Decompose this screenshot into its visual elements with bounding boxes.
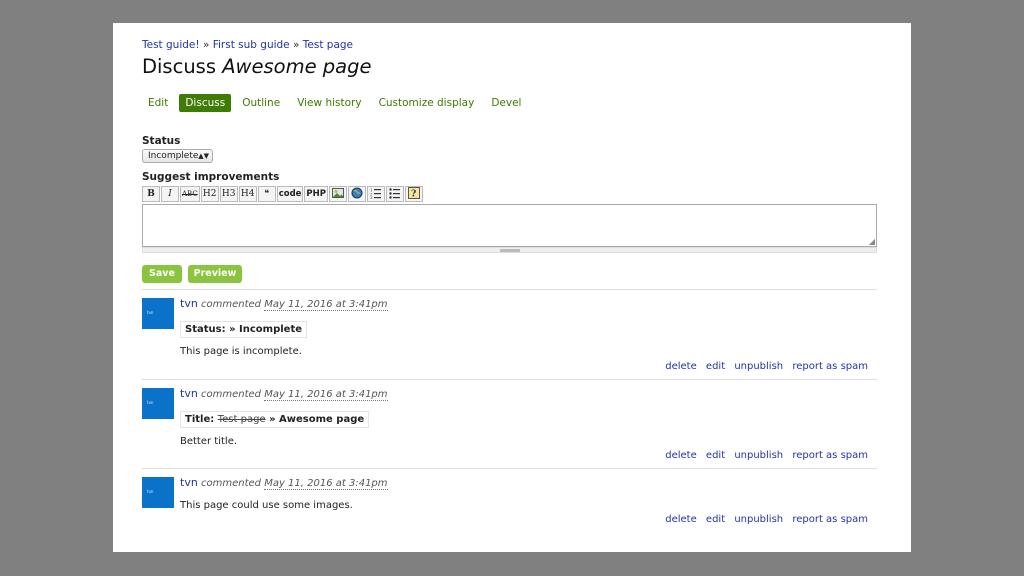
tab-devel[interactable]: Devel xyxy=(485,94,527,112)
change-new-value: » Awesome page xyxy=(269,414,365,425)
report-spam-link[interactable]: report as spam xyxy=(792,514,868,525)
comment-author-link[interactable]: tvn xyxy=(180,297,198,310)
comment-verb: commented xyxy=(200,299,261,310)
link-globe-icon[interactable] xyxy=(348,186,366,202)
comment-author-link[interactable]: tvn xyxy=(180,387,198,400)
comment-date: May 11, 2016 at 3:41pm xyxy=(264,478,388,490)
breadcrumb-link-page[interactable]: Test page xyxy=(303,39,353,51)
svg-text:3: 3 xyxy=(370,195,373,199)
select-arrows-icon: ▲▼ xyxy=(198,152,209,160)
status-label: Status xyxy=(142,135,181,147)
change-old-value: Test page xyxy=(217,414,266,425)
unpublish-link[interactable]: unpublish xyxy=(734,450,783,461)
comment-verb: commented xyxy=(200,478,261,489)
status-select-value: Incomplete xyxy=(148,151,199,161)
comment-date: May 11, 2016 at 3:41pm xyxy=(264,299,388,311)
tab-discuss[interactable]: Discuss xyxy=(179,94,232,112)
comment-author-link[interactable]: tvn xyxy=(180,476,198,489)
comment-text: This page is incomplete. xyxy=(180,346,302,357)
comment-meta: tvn commented May 11, 2016 at 3:41pm xyxy=(180,297,388,311)
breadcrumb-separator: » xyxy=(202,39,210,51)
comment-meta: tvn commented May 11, 2016 at 3:41pm xyxy=(180,476,388,490)
comment-actions: delete edit unpublish report as spam xyxy=(659,361,868,372)
comment-change-box: Title: Test page » Awesome page xyxy=(180,411,370,428)
italic-button[interactable]: I xyxy=(161,186,179,202)
comment-change-box: Status: » Incomplete xyxy=(180,321,308,338)
resize-corner-icon[interactable]: ◢ xyxy=(869,237,875,246)
heading3-button[interactable]: H3 xyxy=(219,186,238,202)
breadcrumb-link-sub-guide[interactable]: First sub guide xyxy=(213,39,290,51)
grip-bar xyxy=(500,249,520,252)
page-title: Discuss Awesome page xyxy=(142,55,371,78)
comment-date: May 11, 2016 at 3:41pm xyxy=(264,389,388,401)
unordered-list-icon[interactable] xyxy=(386,186,404,202)
heading2-button[interactable]: H2 xyxy=(200,186,219,202)
comment-meta: tvn commented May 11, 2016 at 3:41pm xyxy=(180,387,388,401)
help-icon[interactable]: ? xyxy=(405,186,423,202)
status-select[interactable]: Incomplete ▲▼ xyxy=(142,149,213,163)
quote-icon[interactable]: ❝ xyxy=(257,186,276,202)
page-title-name: Awesome page xyxy=(222,55,372,78)
report-spam-link[interactable]: report as spam xyxy=(792,361,868,372)
tab-bar: Edit Discuss Outline View history Custom… xyxy=(142,94,532,112)
preview-button[interactable]: Preview xyxy=(188,265,242,283)
avatar[interactable]: tvn xyxy=(142,298,174,329)
save-button[interactable]: Save xyxy=(142,265,182,283)
image-icon[interactable] xyxy=(329,186,347,202)
php-button[interactable]: PHP xyxy=(304,186,328,202)
svg-text:?: ? xyxy=(411,190,416,200)
delete-link[interactable]: delete xyxy=(665,361,697,372)
ordered-list-icon[interactable]: 123 xyxy=(367,186,385,202)
comment-actions: delete edit unpublish report as spam xyxy=(659,514,868,525)
unpublish-link[interactable]: unpublish xyxy=(734,514,783,525)
suggest-improvements-label: Suggest improvements xyxy=(142,171,280,183)
delete-link[interactable]: delete xyxy=(665,450,697,461)
editor-toolbar: B I ABC H2 H3 H4 ❝ code PHP 123 ? xyxy=(142,186,424,202)
page-title-prefix: Discuss xyxy=(142,55,216,78)
report-spam-link[interactable]: report as spam xyxy=(792,450,868,461)
comment-item: tvn tvn commented May 11, 2016 at 3:41pm… xyxy=(142,379,877,469)
comment-item: tvn tvn commented May 11, 2016 at 3:41pm… xyxy=(142,289,877,380)
heading4-button[interactable]: H4 xyxy=(238,186,257,202)
comment-item: tvn tvn commented May 11, 2016 at 3:41pm… xyxy=(142,468,877,539)
change-new-value: » Incomplete xyxy=(229,324,303,335)
tab-edit[interactable]: Edit xyxy=(142,94,174,112)
suggest-improvements-textarea[interactable]: ◢ xyxy=(142,204,877,247)
comment-text: This page could use some images. xyxy=(180,500,353,511)
edit-link[interactable]: edit xyxy=(706,450,725,461)
tab-view-history[interactable]: View history xyxy=(291,94,367,112)
comment-text: Better title. xyxy=(180,436,238,447)
avatar[interactable]: tvn xyxy=(142,477,174,508)
breadcrumb-separator: » xyxy=(293,39,300,51)
unpublish-link[interactable]: unpublish xyxy=(734,361,783,372)
breadcrumb-link-guide[interactable]: Test guide! xyxy=(142,39,200,51)
change-field: Status: xyxy=(185,324,226,335)
delete-link[interactable]: delete xyxy=(665,514,697,525)
comment-verb: commented xyxy=(200,389,261,400)
strikethrough-button[interactable]: ABC xyxy=(180,186,200,202)
avatar[interactable]: tvn xyxy=(142,388,174,419)
textarea-resize-grip[interactable] xyxy=(142,247,877,253)
page-container: Test guide! » First sub guide » Test pag… xyxy=(113,23,911,552)
comment-actions: delete edit unpublish report as spam xyxy=(659,450,868,461)
tab-customize-display[interactable]: Customize display xyxy=(373,94,481,112)
edit-link[interactable]: edit xyxy=(706,514,725,525)
tab-outline[interactable]: Outline xyxy=(236,94,286,112)
code-button[interactable]: code xyxy=(276,186,304,202)
breadcrumb: Test guide! » First sub guide » Test pag… xyxy=(142,39,353,51)
bold-button[interactable]: B xyxy=(142,186,160,202)
edit-link[interactable]: edit xyxy=(706,361,725,372)
change-field: Title: xyxy=(185,414,215,425)
